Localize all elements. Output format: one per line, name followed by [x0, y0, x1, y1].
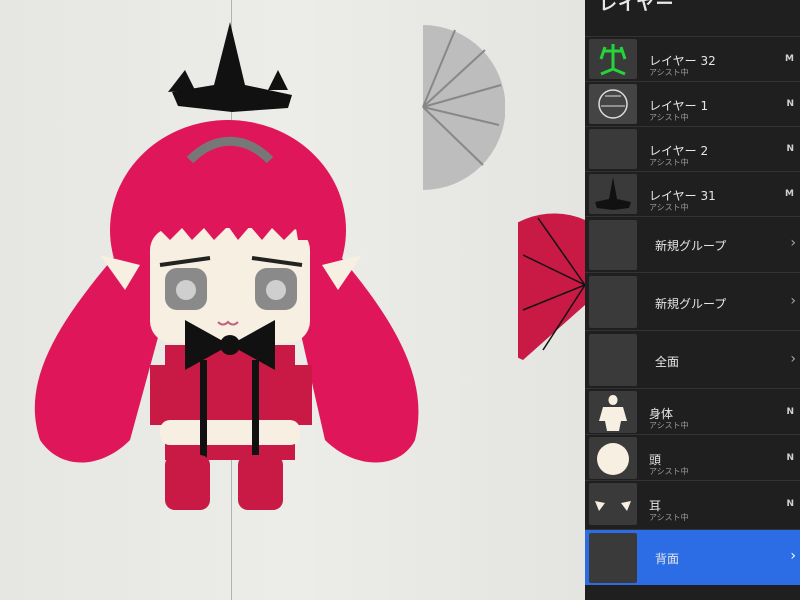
blend-mode[interactable]: N — [786, 99, 794, 109]
layer-group-row[interactable]: 新規グループ › — [585, 216, 800, 272]
blend-mode[interactable]: N — [786, 453, 794, 463]
layer-thumbnail — [589, 174, 637, 214]
drawing-canvas[interactable] — [0, 0, 585, 600]
layers-panel: レイヤー レイヤー 32 アシスト中 M レイヤー 1 アシスト中 N レイヤー… — [585, 0, 800, 600]
blend-mode[interactable]: N — [786, 499, 794, 509]
group-thumbnail — [589, 220, 637, 270]
layer-status: アシスト中 — [649, 513, 689, 522]
layer-row[interactable]: 耳 アシスト中 N — [585, 480, 800, 526]
chevron-right-icon[interactable]: › — [790, 293, 796, 309]
blend-mode[interactable]: N — [786, 407, 794, 417]
layer-row[interactable]: レイヤー 2 アシスト中 N — [585, 126, 800, 171]
layer-thumbnail — [589, 129, 637, 169]
gray-fan-shape — [422, 25, 505, 190]
layer-thumbnail — [589, 483, 637, 525]
layer-group-row[interactable]: 全面 › — [585, 330, 800, 388]
group-name: 背面 — [655, 552, 680, 566]
group-thumbnail — [589, 276, 637, 328]
layer-status: アシスト中 — [649, 467, 689, 476]
chevron-right-icon[interactable]: › — [790, 235, 796, 251]
dress — [150, 345, 312, 460]
panel-title: レイヤー — [599, 0, 675, 15]
red-fan-shape — [518, 213, 585, 360]
layer-status: アシスト中 — [649, 421, 689, 430]
layer-thumbnail — [589, 391, 637, 433]
blend-mode[interactable]: M — [785, 189, 794, 199]
layer-thumbnail — [589, 84, 637, 124]
blend-mode[interactable]: N — [786, 144, 794, 154]
layer-group-row-selected[interactable]: 背面 › — [585, 529, 800, 585]
chevron-right-icon[interactable]: › — [790, 351, 796, 367]
layer-status: アシスト中 — [649, 158, 689, 167]
layer-row[interactable]: 身体 アシスト中 N — [585, 388, 800, 434]
layer-row[interactable]: レイヤー 1 アシスト中 N — [585, 81, 800, 126]
layer-group-row[interactable]: 新規グループ › — [585, 272, 800, 330]
group-name: 新規グループ — [655, 297, 727, 311]
layer-row[interactable]: レイヤー 32 アシスト中 M — [585, 36, 800, 81]
layer-thumbnail — [589, 437, 637, 479]
group-name: 新規グループ — [655, 239, 727, 253]
layer-thumbnail — [589, 39, 637, 79]
layer-status: アシスト中 — [649, 113, 689, 122]
layer-status: アシスト中 — [649, 68, 689, 77]
blend-mode[interactable]: M — [785, 54, 794, 64]
layer-row[interactable]: 頭 アシスト中 N — [585, 434, 800, 480]
layer-row[interactable]: レイヤー 31 アシスト中 M — [585, 171, 800, 216]
crown — [168, 22, 292, 112]
group-thumbnail — [589, 533, 637, 583]
group-thumbnail — [589, 334, 637, 386]
group-name: 全面 — [655, 355, 680, 369]
boots — [165, 455, 283, 510]
chevron-right-icon[interactable]: › — [790, 548, 796, 564]
layer-status: アシスト中 — [649, 203, 689, 212]
